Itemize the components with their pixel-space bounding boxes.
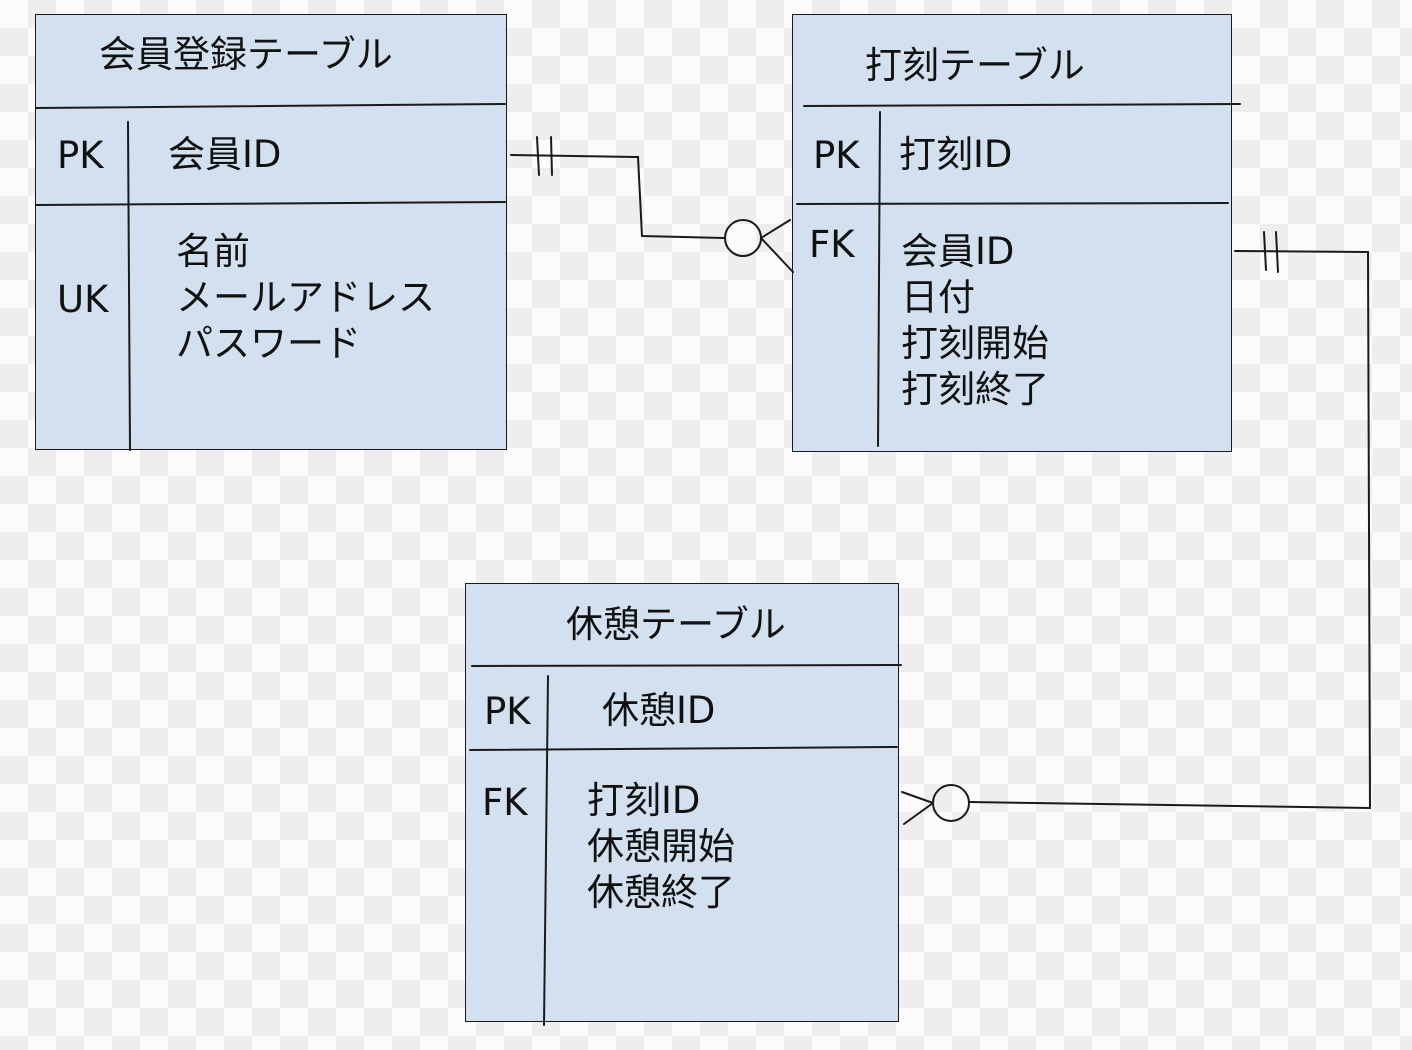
one-only-one-mark [1263,231,1267,271]
crowfoot-icon [903,802,934,825]
zero-circle-icon [932,784,970,822]
crowfoot-icon [760,219,791,239]
relationship-member-punch[interactable] [510,136,794,273]
one-only-one-mark [550,136,553,176]
punch-table-dividers [796,103,1241,447]
relationship-punch-break[interactable] [901,231,1372,825]
crowfoot-icon [901,791,934,804]
break-table-dividers [469,664,902,1026]
crowfoot-icon [760,237,794,273]
member-table-dividers [35,103,506,451]
connector-line [968,250,1372,810]
one-only-one-mark [536,136,540,176]
one-only-one-mark [1275,231,1279,273]
zero-circle-icon [724,219,762,257]
er-diagram-lines [35,103,1372,1026]
connector-line [510,154,725,239]
